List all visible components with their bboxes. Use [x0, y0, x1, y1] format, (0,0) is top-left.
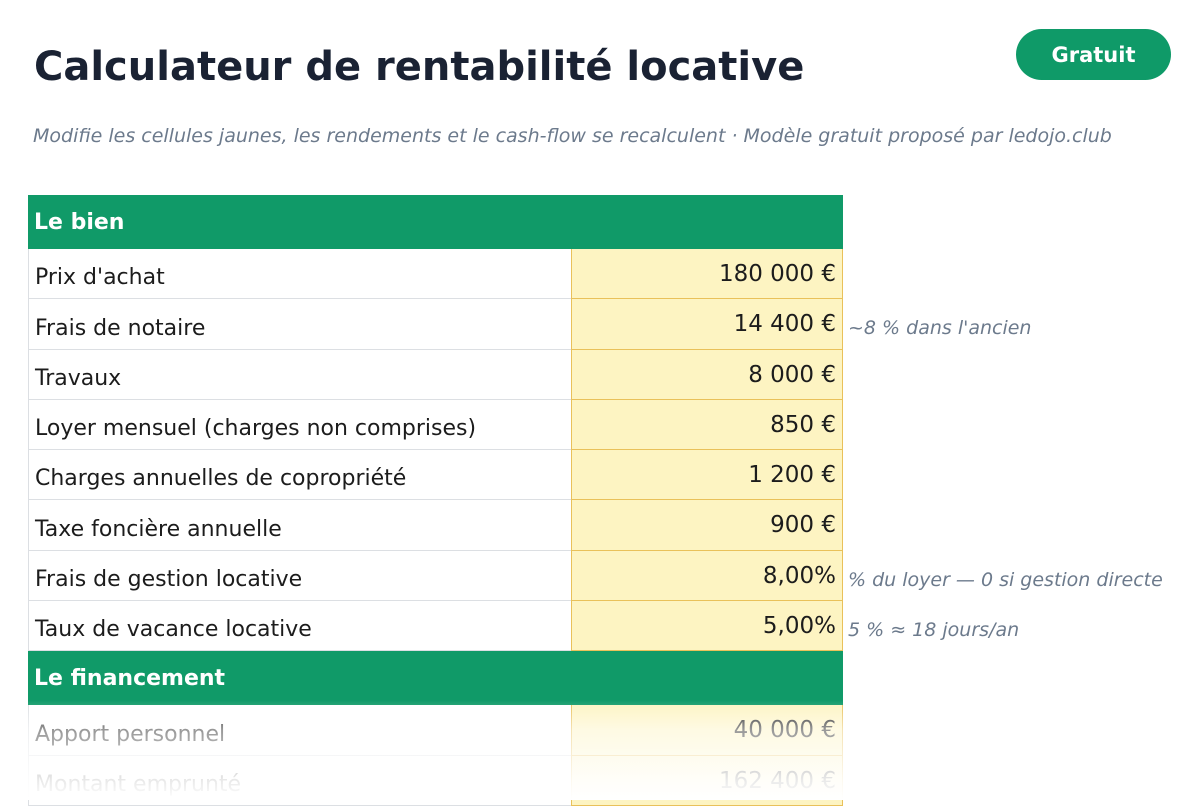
- row-label: Frais de gestion locative: [28, 550, 571, 602]
- row-label: Loyer mensuel (charges non comprises): [28, 399, 571, 451]
- row-taux-vacance: Taux de vacance locative 5,00% 5 % ≈ 18 …: [28, 601, 1019, 652]
- row-label: Charges annuelles de copropriété: [28, 450, 571, 501]
- row-label: Frais de notaire: [28, 299, 571, 350]
- section-header-financement: Le financement: [28, 651, 843, 706]
- row-note: ~8 % dans l'ancien: [848, 317, 1032, 340]
- input-cell-loyer-mensuel[interactable]: 850 €: [571, 399, 843, 451]
- row-montant-emprunte: Montant emprunté 162 400 €: [28, 755, 843, 806]
- row-apport: Apport personnel 40 000 €: [28, 705, 843, 756]
- row-label: Apport personnel: [28, 705, 571, 756]
- row-note: 5 % ≈ 18 jours/an: [848, 619, 1020, 642]
- input-cell-taux-vacance[interactable]: 5,00%: [571, 601, 843, 652]
- row-loyer-mensuel: Loyer mensuel (charges non comprises) 85…: [28, 399, 843, 451]
- row-label: Travaux: [28, 349, 571, 400]
- row-frais-gestion: Frais de gestion locative 8,00% % du loy…: [28, 550, 1163, 602]
- input-cell-frais-notaire[interactable]: 14 400 €: [571, 299, 843, 350]
- row-prix-achat: Prix d'achat 180 000 €: [28, 249, 843, 300]
- row-travaux: Travaux 8 000 €: [28, 349, 843, 400]
- free-badge[interactable]: Gratuit: [1016, 29, 1171, 80]
- section-header-bien: Le bien: [28, 195, 843, 249]
- row-label: Taux de vacance locative: [28, 601, 571, 652]
- input-cell-charges-copro[interactable]: 1 200 €: [571, 450, 843, 501]
- input-cell-prix-achat[interactable]: 180 000 €: [571, 249, 843, 300]
- input-cell-frais-gestion[interactable]: 8,00%: [571, 550, 843, 602]
- row-label: Taxe foncière annuelle: [28, 500, 571, 551]
- page-subtitle: Modifie les cellules jaunes, les rendeme…: [33, 125, 1112, 147]
- row-label: Prix d'achat: [28, 249, 571, 300]
- page-title: Calculateur de rentabilité locative: [34, 44, 805, 90]
- input-cell-apport[interactable]: 40 000 €: [571, 705, 843, 756]
- row-frais-notaire: Frais de notaire 14 400 € ~8 % dans l'an…: [28, 299, 1031, 350]
- row-label: Montant emprunté: [28, 755, 571, 806]
- input-cell-taxe-fonciere[interactable]: 900 €: [571, 500, 843, 551]
- calculator-sheet: Le bien Prix d'achat 180 000 € Frais de …: [28, 195, 1163, 806]
- row-charges-copro: Charges annuelles de copropriété 1 200 €: [28, 450, 843, 501]
- input-cell-travaux[interactable]: 8 000 €: [571, 349, 843, 400]
- row-taxe-fonciere: Taxe foncière annuelle 900 €: [28, 500, 843, 551]
- row-note: % du loyer — 0 si gestion directe: [848, 568, 1163, 591]
- input-cell-montant-emprunte[interactable]: 162 400 €: [571, 755, 843, 806]
